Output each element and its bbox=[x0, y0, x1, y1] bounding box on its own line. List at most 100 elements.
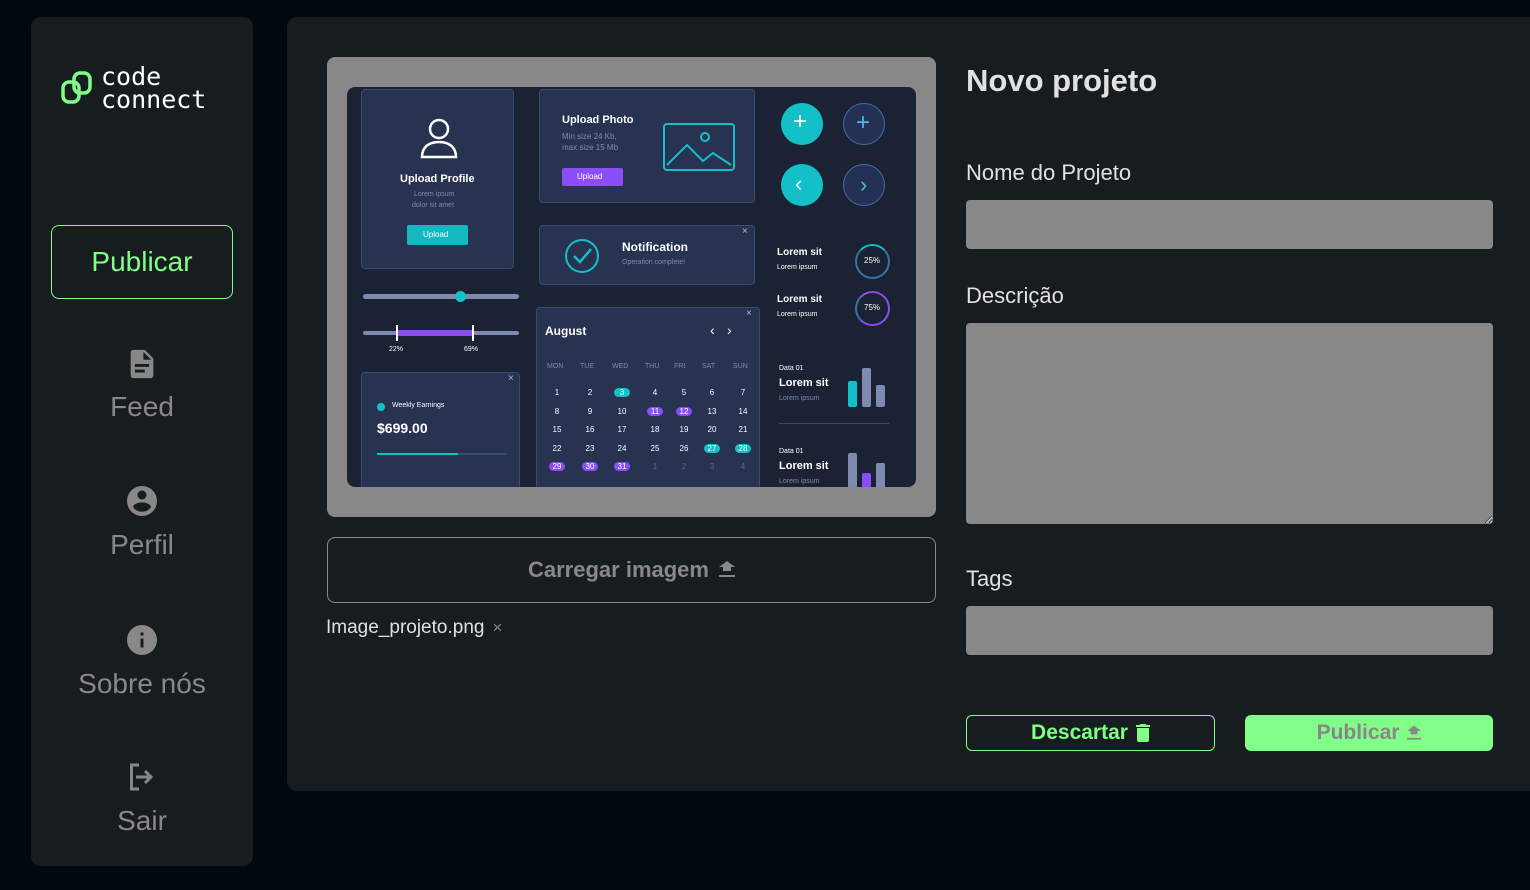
calendar-day: 13 bbox=[707, 406, 717, 416]
preview-text: Lorem ipsum bbox=[777, 311, 818, 318]
calendar-day: 14 bbox=[738, 406, 748, 416]
preview-bar bbox=[876, 385, 885, 407]
calendar-day: 11 bbox=[647, 406, 663, 416]
image-preview-frame: Upload Profile Lorem ipsum dolor sit ame… bbox=[327, 57, 936, 517]
preview-range-handle bbox=[472, 325, 474, 341]
calendar-day: 21 bbox=[738, 425, 748, 434]
calendar-day: 5 bbox=[681, 388, 687, 397]
description-textarea[interactable] bbox=[966, 323, 1493, 524]
preview-text: Lorem ipsum bbox=[779, 478, 820, 485]
upload-image-label: Carregar imagem bbox=[528, 557, 709, 582]
file-name: Image_projeto.png bbox=[326, 617, 485, 638]
calendar-day-header: SAT bbox=[702, 363, 716, 370]
calendar-day-header: FRI bbox=[674, 363, 686, 370]
preview-bar bbox=[848, 381, 857, 407]
calendar-day: 31 bbox=[614, 462, 630, 471]
calendar-day: 24 bbox=[617, 443, 627, 453]
discard-label: Descartar bbox=[1031, 721, 1128, 744]
sidebar-item-feed[interactable]: Feed bbox=[31, 347, 253, 423]
account-icon bbox=[127, 486, 157, 516]
calendar-day-header: TUE bbox=[580, 363, 594, 370]
calendar-day: 1 bbox=[652, 462, 658, 471]
calendar-day: 6 bbox=[709, 388, 715, 397]
page-title: Novo projeto bbox=[966, 63, 1158, 98]
preview-text: Upload Photo bbox=[562, 114, 634, 126]
preview-plus-button: + bbox=[843, 103, 885, 145]
sidebar-item-perfil[interactable]: Perfil bbox=[31, 483, 253, 561]
calendar-day-header: WED bbox=[612, 363, 629, 370]
preview-divider bbox=[779, 423, 889, 424]
preview-upload-button: Upload bbox=[407, 225, 468, 245]
publish-button[interactable]: Publicar bbox=[1245, 715, 1493, 751]
sidebar-publish-button[interactable]: Publicar bbox=[51, 225, 233, 299]
preview-range-handle bbox=[396, 325, 398, 341]
preview-progress-ring: 75% bbox=[855, 291, 890, 326]
preview-bar bbox=[862, 473, 871, 487]
preview-bar bbox=[862, 368, 871, 407]
project-name-input[interactable] bbox=[966, 200, 1493, 249]
project-image-preview: Upload Profile Lorem ipsum dolor sit ame… bbox=[347, 87, 916, 487]
calendar-day: 26 bbox=[679, 443, 689, 453]
preview-text: Lorem sit bbox=[777, 294, 823, 305]
preview-text: Min size 24 Kb, bbox=[562, 132, 617, 141]
check-circle-icon bbox=[565, 239, 599, 273]
preview-text: August bbox=[545, 324, 587, 338]
description-label: Descrição bbox=[966, 283, 1064, 308]
logout-icon bbox=[130, 763, 154, 791]
preview-text: Lorem ipsum bbox=[779, 395, 820, 402]
calendar-day-header: THU bbox=[645, 363, 660, 370]
preview-range-fill bbox=[397, 330, 473, 336]
preview-text: Operation complete! bbox=[622, 259, 686, 266]
tags-input[interactable] bbox=[966, 606, 1493, 655]
preview-text: Upload bbox=[577, 172, 603, 181]
tags-label: Tags bbox=[966, 566, 1013, 591]
calendar-day-header: MON bbox=[547, 363, 564, 370]
info-icon bbox=[127, 625, 157, 655]
calendar-day: 9 bbox=[587, 406, 593, 416]
preview-text: 22% bbox=[389, 346, 404, 353]
calendar-day: 8 bbox=[554, 406, 560, 416]
publish-label: Publicar bbox=[1316, 721, 1400, 744]
calendar-day: 15 bbox=[552, 425, 562, 434]
calendar-day: 2 bbox=[681, 462, 687, 471]
calendar-day: 27 bbox=[704, 443, 720, 453]
calendar-day: 29 bbox=[549, 462, 565, 471]
chevron-right-icon: › bbox=[727, 322, 732, 338]
preview-text: Lorem ipsum bbox=[777, 264, 818, 271]
calendar-day: 4 bbox=[740, 462, 746, 471]
project-name-label: Nome do Projeto bbox=[966, 160, 1132, 185]
preview-next-button: › bbox=[843, 164, 885, 206]
calendar-day: 25 bbox=[650, 443, 660, 453]
discard-button[interactable]: Descartar bbox=[966, 715, 1215, 751]
calendar-day: 28 bbox=[735, 443, 751, 453]
close-icon: × bbox=[742, 226, 748, 237]
calendar-day: 4 bbox=[652, 388, 658, 397]
sidebar-item-sair[interactable]: Sair bbox=[31, 759, 253, 837]
calendar-day: 2 bbox=[587, 388, 593, 397]
upload-icon bbox=[718, 561, 735, 577]
status-dot bbox=[377, 403, 385, 411]
preview-plus-button: + bbox=[781, 103, 823, 145]
sidebar-item-label: Sobre nós bbox=[78, 668, 206, 699]
uploaded-file: Image_projeto.png × bbox=[326, 617, 502, 639]
remove-file-icon[interactable]: × bbox=[492, 618, 502, 638]
logo[interactable]: code connect bbox=[61, 64, 206, 112]
preview-text: 69% bbox=[464, 346, 479, 353]
calendar-day: 22 bbox=[552, 443, 562, 453]
logo-icon bbox=[61, 70, 95, 106]
sidebar-item-sobre-nos[interactable]: Sobre nós bbox=[31, 622, 253, 700]
image-icon bbox=[663, 123, 735, 171]
new-project-panel: Upload Profile Lorem ipsum dolor sit ame… bbox=[287, 17, 1530, 791]
calendar-day: 23 bbox=[585, 443, 595, 453]
upload-image-button[interactable]: Carregar imagem bbox=[327, 537, 936, 603]
preview-text: Lorem ipsum bbox=[414, 191, 455, 198]
preview-text: Weekly Earnings bbox=[392, 402, 445, 409]
upload-icon bbox=[1407, 725, 1422, 740]
calendar-day: 30 bbox=[582, 462, 598, 471]
preview-text: $699.00 bbox=[377, 420, 428, 436]
preview-text: Data 01 bbox=[779, 448, 804, 455]
sidebar-publish-label: Publicar bbox=[91, 246, 193, 277]
calendar-day-header: SUN bbox=[733, 363, 748, 370]
preview-notification-card: Notification Operation complete! × bbox=[539, 225, 755, 285]
preview-prev-button: ‹ bbox=[781, 164, 823, 206]
